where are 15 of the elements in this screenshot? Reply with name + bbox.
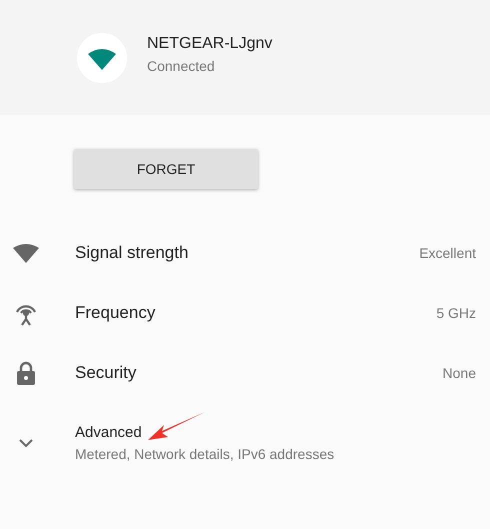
advanced-title[interactable]: Advanced <box>75 424 334 441</box>
detail-value: Excellent <box>419 245 476 261</box>
detail-label: Signal strength <box>75 243 190 263</box>
advanced-summary: Metered, Network details, IPv6 addresses <box>75 446 334 462</box>
detail-value: None <box>442 365 476 381</box>
detail-label: Frequency <box>75 303 156 323</box>
signal-icon <box>13 243 39 263</box>
network-name: NETGEAR-LJgnv <box>147 35 272 53</box>
chevron-icon[interactable] <box>18 438 34 448</box>
detail-value: 5 GHz <box>436 305 476 321</box>
wifi-icon <box>77 32 127 82</box>
lock-icon <box>16 361 36 385</box>
connection-status: Connected <box>147 58 216 74</box>
detail-label: Security <box>75 363 138 383</box>
forget-button[interactable]: FORGET <box>74 149 258 189</box>
